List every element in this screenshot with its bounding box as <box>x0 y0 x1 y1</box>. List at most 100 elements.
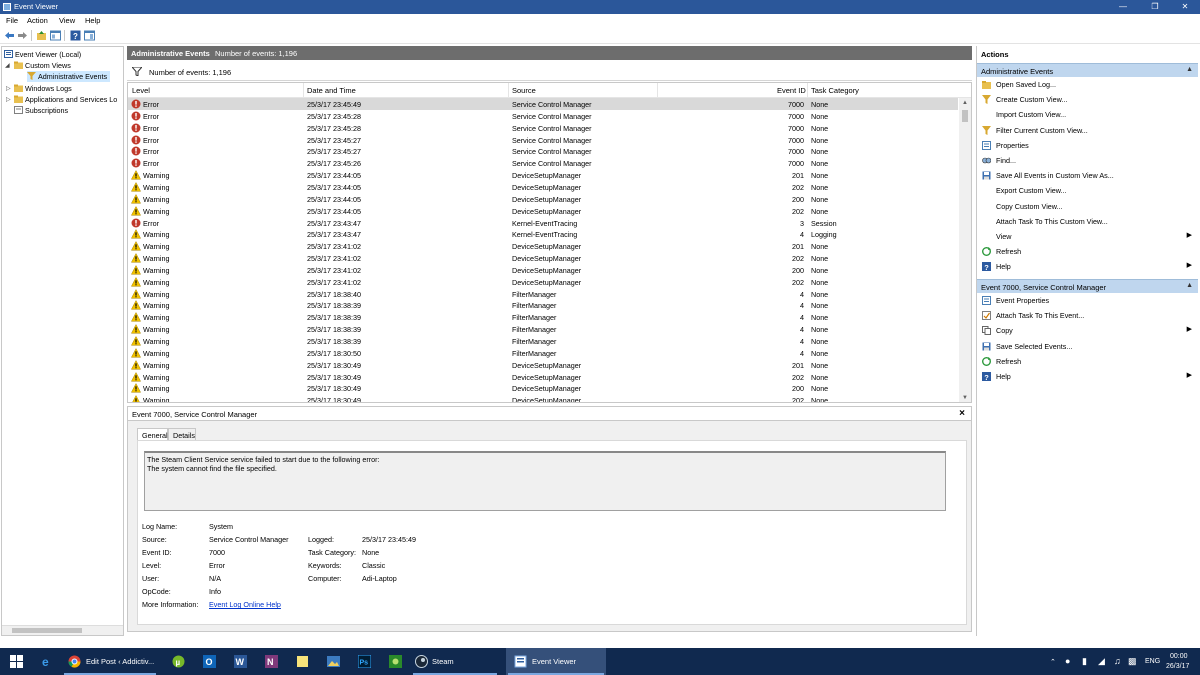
tree-horizontal-scrollbar[interactable] <box>2 625 123 635</box>
taskbar-greenshot[interactable] <box>382 648 408 675</box>
tray-overflow-chevron-icon[interactable]: ⌃ <box>1050 658 1056 666</box>
action-filter-current-custom-view[interactable]: Filter Current Custom View... <box>977 123 1198 138</box>
table-row[interactable]: Error 25/3/17 23:45:28 Service Control Man… <box>128 122 958 134</box>
tree-item-custom-views[interactable]: Custom Views <box>14 60 71 71</box>
tree-item-subscriptions[interactable]: Subscriptions <box>14 105 68 116</box>
action-copy[interactable]: Copy ▶ <box>977 323 1198 338</box>
menu-view[interactable]: View <box>59 16 75 25</box>
action-refresh[interactable]: Refresh <box>977 354 1198 369</box>
scrollbar-thumb[interactable] <box>12 628 82 633</box>
close-icon[interactable]: × <box>959 408 965 419</box>
action-find[interactable]: Find... <box>977 153 1198 168</box>
action-export-custom-view[interactable]: Export Custom View... <box>977 183 1198 198</box>
event-message-box[interactable]: The Steam Client Service service failed … <box>144 451 946 511</box>
volume-icon[interactable]: ♫ <box>1114 656 1121 666</box>
table-row[interactable]: Error 25/3/17 23:45:26 Service Control Man… <box>128 157 958 169</box>
tray-app-icon[interactable]: ● <box>1065 656 1070 666</box>
table-vertical-scrollbar[interactable]: ▲ ▼ <box>959 98 971 402</box>
actions-section-event[interactable]: Event 7000, Service Control Manager ▲ <box>977 279 1198 293</box>
clock-date[interactable]: 26/3/17 <box>1166 663 1189 670</box>
up-folder-icon[interactable] <box>36 30 47 41</box>
table-row[interactable]: Error 25/3/17 23:45:49 Service Control Man… <box>128 98 958 110</box>
column-header-level[interactable]: Level <box>132 86 150 95</box>
show-action-pane-icon[interactable] <box>84 30 95 41</box>
table-row[interactable]: Warning 25/3/17 18:38:39 FilterManager 4 Non… <box>128 335 958 347</box>
language-indicator[interactable]: ENG <box>1145 658 1160 665</box>
taskbar-chrome[interactable]: Edit Post ‹ Addictiv... <box>62 648 158 675</box>
table-row[interactable]: Warning 25/3/17 23:44:05 DeviceSetupManage… <box>128 205 958 217</box>
wifi-icon[interactable]: ◢ <box>1098 656 1105 667</box>
action-save-all-events-in-custom-view-as[interactable]: Save All Events in Custom View As... <box>977 168 1198 183</box>
table-row[interactable]: Warning 25/3/17 23:41:02 DeviceSetupManage… <box>128 264 958 276</box>
column-divider[interactable] <box>657 83 658 97</box>
table-row[interactable]: Warning 25/3/17 18:38:39 FilterManager 4 Non… <box>128 299 958 311</box>
tree-item-administrative-events[interactable]: Administrative Events <box>27 71 111 82</box>
menu-action[interactable]: Action <box>27 16 48 25</box>
action-event-properties[interactable]: Event Properties <box>977 293 1198 308</box>
table-row[interactable]: Warning 25/3/17 18:30:49 DeviceSetupManage… <box>128 382 958 394</box>
scrollbar-thumb[interactable] <box>962 110 968 122</box>
start-button[interactable] <box>0 648 34 675</box>
table-row[interactable]: Warning 25/3/17 18:38:39 FilterManager 4 Non… <box>128 323 958 335</box>
notification-icon[interactable]: ▩ <box>1128 656 1137 667</box>
menu-help[interactable]: Help <box>85 16 100 25</box>
battery-icon[interactable]: ▮ <box>1082 656 1087 667</box>
back-arrow-icon[interactable] <box>4 30 15 41</box>
clock-time[interactable]: 00:00 <box>1170 653 1188 660</box>
tree-item-applications-services[interactable]: Applications and Services Lo <box>14 94 117 105</box>
action-save-selected-events[interactable]: Save Selected Events... <box>977 339 1198 354</box>
column-header-event-id[interactable]: Event ID <box>777 86 806 95</box>
table-row[interactable]: Warning 25/3/17 18:30:49 DeviceSetupManage… <box>128 359 958 371</box>
forward-arrow-icon[interactable] <box>17 30 28 41</box>
table-row[interactable]: Warning 25/3/17 23:44:05 DeviceSetupManage… <box>128 193 958 205</box>
column-header-task-category[interactable]: Task Category <box>811 86 859 95</box>
column-divider[interactable] <box>508 83 509 97</box>
table-row[interactable]: Warning 25/3/17 23:41:02 DeviceSetupManage… <box>128 252 958 264</box>
action-view[interactable]: View ▶ <box>977 229 1198 244</box>
taskbar-photos[interactable] <box>320 648 346 675</box>
close-button[interactable]: ✕ <box>1170 0 1200 14</box>
console-tree-icon[interactable] <box>50 30 61 41</box>
scroll-down-arrow-icon[interactable]: ▼ <box>959 393 971 402</box>
action-open-saved-log[interactable]: Open Saved Log... <box>977 77 1198 92</box>
help-icon[interactable]: ? <box>70 30 81 41</box>
taskbar-word[interactable]: W <box>227 648 253 675</box>
action-refresh[interactable]: Refresh <box>977 244 1198 259</box>
taskbar-steam[interactable]: Steam <box>411 648 499 675</box>
action-copy-custom-view[interactable]: Copy Custom View... <box>977 199 1198 214</box>
action-attach-task-to-this-custom-view[interactable]: Attach Task To This Custom View... <box>977 214 1198 229</box>
taskbar-edge[interactable]: e <box>34 648 60 675</box>
expand-chevron-icon[interactable]: ▷ <box>6 96 11 103</box>
collapse-arrow-icon[interactable]: ▲ <box>1186 282 1193 289</box>
action-help[interactable]: ? Help ▶ <box>977 259 1198 274</box>
table-row[interactable]: Warning 25/3/17 23:44:05 DeviceSetupManage… <box>128 169 958 181</box>
action-create-custom-view[interactable]: Create Custom View... <box>977 92 1198 107</box>
event-log-online-help-link[interactable]: Event Log Online Help <box>209 600 281 609</box>
minimize-button[interactable]: — <box>1108 0 1138 14</box>
column-header-source[interactable]: Source <box>512 86 536 95</box>
table-row[interactable]: Error 25/3/17 23:45:27 Service Control Man… <box>128 134 958 146</box>
collapse-arrow-icon[interactable]: ▲ <box>1186 66 1193 73</box>
scroll-up-arrow-icon[interactable]: ▲ <box>959 98 971 108</box>
tree-item-event-viewer-local[interactable]: Event Viewer (Local) <box>4 49 81 60</box>
taskbar-outlook[interactable]: O <box>196 648 222 675</box>
table-row[interactable]: Warning 25/3/17 18:38:39 FilterManager 4 Non… <box>128 311 958 323</box>
table-row[interactable]: Warning 25/3/17 18:30:50 FilterManager 4 Non… <box>128 347 958 359</box>
table-row[interactable]: Warning 25/3/17 23:44:05 DeviceSetupManage… <box>128 181 958 193</box>
table-row[interactable]: Warning 25/3/17 23:41:02 DeviceSetupManage… <box>128 240 958 252</box>
table-row[interactable]: Warning 25/3/17 23:41:02 DeviceSetupManage… <box>128 276 958 288</box>
taskbar-onenote[interactable]: N <box>258 648 284 675</box>
menu-file[interactable]: File <box>6 16 18 25</box>
table-row[interactable]: Error 25/3/17 23:43:47 Kernel-EventTracing… <box>128 217 958 229</box>
column-divider[interactable] <box>303 83 304 97</box>
column-divider[interactable] <box>807 83 808 97</box>
action-attach-task-to-this-event[interactable]: Attach Task To This Event... <box>977 308 1198 323</box>
action-help[interactable]: ? Help ▶ <box>977 369 1198 384</box>
taskbar-torrent[interactable]: µ <box>165 648 191 675</box>
table-row[interactable]: Warning 25/3/17 18:30:49 DeviceSetupManage… <box>128 394 958 402</box>
taskbar-event-viewer[interactable]: Event Viewer <box>506 648 606 675</box>
action-import-custom-view[interactable]: Import Custom View... <box>977 107 1198 122</box>
actions-section-administrative-events[interactable]: Administrative Events ▲ <box>977 63 1198 77</box>
expand-chevron-icon[interactable]: ▷ <box>6 85 11 92</box>
action-properties[interactable]: Properties <box>977 138 1198 153</box>
